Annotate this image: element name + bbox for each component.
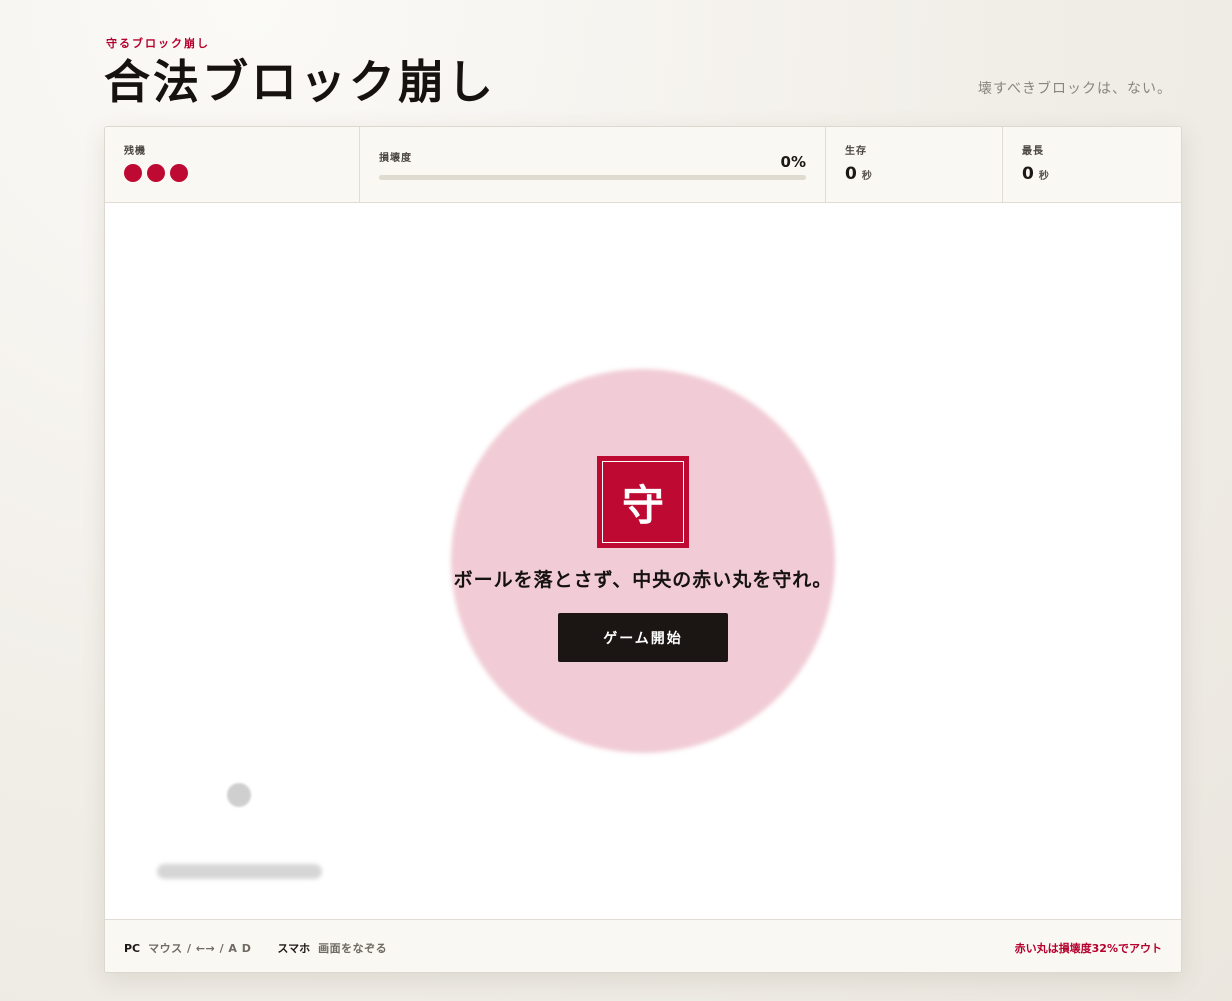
sp-key: スマホ bbox=[277, 942, 311, 955]
ball bbox=[227, 783, 251, 807]
best-value: 0 bbox=[1022, 164, 1034, 184]
best-unit: 秒 bbox=[1038, 171, 1049, 182]
pc-desc: マウス / ←→ / A D bbox=[148, 942, 252, 955]
lives-indicator bbox=[124, 164, 193, 182]
shield-emblem-icon: 守 bbox=[597, 456, 689, 548]
red-core-circle bbox=[451, 369, 835, 753]
survive-unit: 秒 bbox=[861, 171, 872, 182]
lives-label: 残機 bbox=[124, 146, 146, 157]
controls-help: PC マウス / ←→ / A D スマホ 画面をなぞる bbox=[124, 940, 387, 956]
tagline: 壊すべきブロックは、ない。 bbox=[977, 81, 1172, 97]
rule-text: 赤い丸は損壊度32%でアウト bbox=[1014, 942, 1162, 955]
page-title: 合法ブロック崩し bbox=[104, 55, 496, 109]
survive-value: 0 bbox=[845, 164, 857, 184]
best-time: 0秒 bbox=[1022, 164, 1049, 184]
survive-label: 生存 bbox=[845, 146, 867, 157]
damage-meter bbox=[379, 175, 806, 180]
eyebrow-label: 守るブロック崩し bbox=[106, 37, 210, 50]
start-game-button[interactable]: ゲーム開始 bbox=[558, 613, 728, 662]
stat-survive: 生存 0秒 bbox=[826, 127, 1003, 202]
instruction-text: ボールを落とさず、中央の赤い丸を守れ。 bbox=[453, 569, 833, 591]
controls-footer: PC マウス / ←→ / A D スマホ 画面をなぞる 赤い丸は損壊度32%でアウト bbox=[105, 919, 1181, 972]
life-dot bbox=[170, 164, 188, 182]
damage-value: 0% bbox=[780, 153, 806, 171]
stat-lives: 残機 bbox=[105, 127, 360, 202]
life-dot bbox=[124, 164, 142, 182]
best-label: 最長 bbox=[1022, 146, 1044, 157]
emblem-char: 守 bbox=[602, 461, 684, 543]
stats-bar: 残機 損壊度 0% 生存 0秒 最長 0秒 bbox=[105, 127, 1181, 203]
pc-key: PC bbox=[124, 942, 141, 955]
sp-desc: 画面をなぞる bbox=[318, 942, 388, 955]
paddle[interactable] bbox=[157, 864, 322, 879]
stat-best: 最長 0秒 bbox=[1003, 127, 1181, 202]
life-dot bbox=[147, 164, 165, 182]
survive-time: 0秒 bbox=[845, 164, 872, 184]
page-header: 守るブロック崩し 合法ブロック崩し 壊すべきブロックは、ない。 bbox=[104, 30, 1180, 120]
game-panel: 残機 損壊度 0% 生存 0秒 最長 0秒 守 ボールを落とさず、中央の赤い丸を… bbox=[104, 126, 1182, 973]
damage-label: 損壊度 bbox=[379, 153, 412, 164]
stat-damage: 損壊度 0% bbox=[360, 127, 826, 202]
game-field[interactable]: 守 ボールを落とさず、中央の赤い丸を守れ。 ゲーム開始 bbox=[105, 203, 1181, 919]
